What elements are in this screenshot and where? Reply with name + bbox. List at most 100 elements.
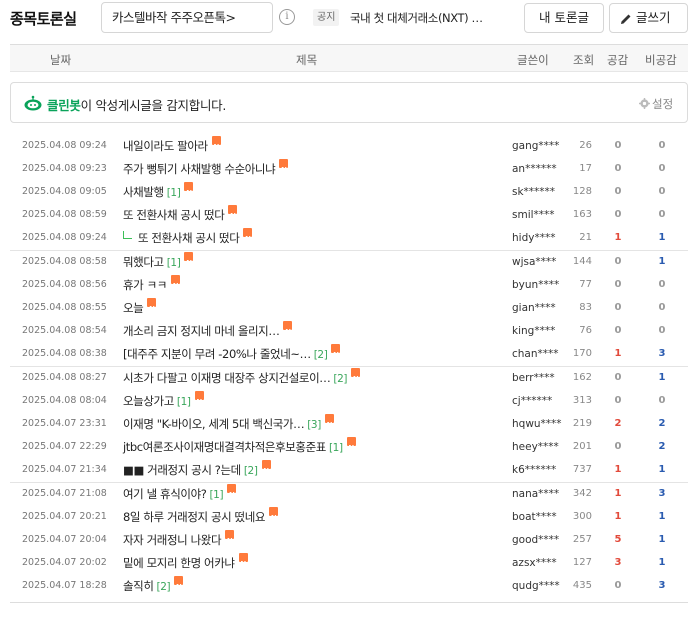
new-badge-icon: N	[225, 530, 235, 545]
stock-selector-button[interactable]: 카스텔바작 주주오픈톡>	[101, 2, 273, 33]
post-dislikes: 1	[658, 232, 666, 243]
comment-count[interactable]: [1]	[177, 396, 191, 408]
post-author: king****	[512, 325, 556, 337]
post-title-link[interactable]: 밑에 모지리 한명 어카냐 N	[123, 552, 248, 574]
new-badge-icon: N	[283, 321, 293, 336]
post-title: 8일 하루 거래정지 공시 떴네요	[123, 510, 266, 524]
table-row: 2025.04.08 08:58 뭐했다고 [1] Nwjsa**** 144 0 1	[10, 251, 688, 274]
post-date: 2025.04.07 21:08	[22, 488, 107, 499]
post-list: 2025.04.08 09:24 내일이라도 팔아라 Ngang**** 26 0 0 20…	[10, 135, 688, 598]
post-title-link[interactable]: 또 전환사채 공시 떴다 N	[123, 227, 253, 249]
post-title-link[interactable]: [대주주 지분이 무려 -20%나 줄었네~… [2] N	[123, 343, 341, 366]
post-likes: 1	[614, 511, 622, 522]
post-dislikes: 2	[658, 441, 666, 452]
post-views: 77	[579, 279, 592, 290]
post-dislikes: 0	[658, 279, 666, 290]
notice-link[interactable]: 국내 첫 대체거래소(NXT) …	[350, 10, 510, 26]
post-dislikes: 3	[658, 348, 666, 359]
reply-arrow-icon	[123, 231, 132, 239]
comment-count[interactable]: [2]	[314, 349, 328, 361]
comment-count[interactable]: [2]	[333, 373, 347, 385]
comment-count[interactable]: [3]	[307, 419, 321, 431]
post-title-link[interactable]: 주가 뻥튀기 사채발행 수순아니냐 N	[123, 158, 289, 180]
post-author: nana****	[512, 488, 560, 500]
table-row: 2025.04.08 09:23 주가 뻥튀기 사채발행 수순아니냐 Nan****…	[10, 158, 688, 181]
comment-count[interactable]: [2]	[157, 581, 171, 593]
my-posts-button[interactable]: 내 토론글	[524, 3, 604, 33]
post-likes: 1	[614, 464, 622, 475]
comment-count[interactable]: [1]	[209, 489, 223, 501]
comment-count[interactable]: [2]	[244, 465, 258, 477]
post-title-link[interactable]: ■■ 거래정지 공시 ?는데 [2] N	[123, 459, 271, 482]
post-title: 시초가 다팔고 이재명 대장주 상지건설로이…	[123, 371, 331, 385]
post-title-link[interactable]: 시초가 다팔고 이재명 대장주 상지건설로이… [2] N	[123, 367, 361, 390]
post-date: 2025.04.07 20:02	[22, 557, 107, 568]
col-date: 날짜	[50, 53, 72, 67]
post-dislikes: 0	[658, 209, 666, 220]
table-row: 2025.04.07 22:29 jtbc여론조사이재명대결격차적은후보홍준표 [1…	[10, 436, 688, 459]
post-title-link[interactable]: 내일이라도 팔아라 N	[123, 135, 221, 157]
post-title-link[interactable]: 또 전환사채 공시 떴다 N	[123, 204, 238, 226]
col-title: 제목	[296, 53, 318, 67]
post-author: byun****	[512, 279, 560, 291]
post-views: 76	[579, 325, 592, 336]
post-title-link[interactable]: 사채발행 [1] N	[123, 181, 194, 204]
post-views: 21	[579, 232, 592, 243]
post-title-link[interactable]: 이재명 "K-바이오, 세계 5대 백신국가… [3] N	[123, 413, 334, 436]
post-dislikes: 1	[658, 534, 666, 545]
comment-count[interactable]: [1]	[167, 187, 181, 199]
post-likes: 1	[614, 488, 622, 499]
post-date: 2025.04.08 08:59	[22, 209, 107, 220]
post-views: 201	[572, 441, 592, 452]
write-button[interactable]: 글쓰기	[609, 3, 688, 33]
comment-count[interactable]: [1]	[329, 442, 343, 454]
post-title-link[interactable]: jtbc여론조사이재명대결격차적은후보홍준표 [1] N	[123, 436, 356, 459]
post-likes: 0	[614, 372, 622, 383]
post-views: 163	[572, 209, 592, 220]
post-author: boat****	[512, 511, 557, 523]
post-title-link[interactable]: 오늘 N	[123, 297, 157, 319]
board-title: 종목토론실	[10, 10, 77, 28]
board-header: 종목토론실 카스텔바작 주주오픈톡> i 공지 국내 첫 대체거래소(NXT) …	[0, 0, 688, 38]
post-date: 2025.04.08 09:05	[22, 186, 107, 197]
post-likes: 0	[614, 209, 622, 220]
post-date: 2025.04.08 08:27	[22, 372, 107, 383]
post-views: 144	[572, 256, 592, 267]
post-title-link[interactable]: 8일 하루 거래정지 공시 떴네요 N	[123, 506, 279, 528]
post-title-link[interactable]: 자자 거래정니 나왔다 N	[123, 529, 235, 551]
new-badge-icon: N	[351, 368, 361, 383]
post-title: 밑에 모지리 한명 어카냐	[123, 556, 235, 570]
post-title: 내일이라도 팔아라	[123, 139, 208, 153]
cleanbot-settings-button[interactable]: 설정	[639, 96, 673, 112]
post-date: 2025.04.08 08:38	[22, 348, 107, 359]
post-dislikes: 0	[658, 395, 666, 406]
new-badge-icon: N	[346, 437, 356, 452]
col-dislikes: 비공감	[645, 53, 677, 67]
post-likes: 2	[614, 418, 622, 429]
post-title-link[interactable]: 뭐했다고 [1] N	[123, 251, 194, 274]
post-date: 2025.04.08 08:54	[22, 325, 107, 336]
post-likes: 1	[614, 348, 622, 359]
notice-badge: 공지	[313, 9, 340, 26]
post-date: 2025.04.07 20:21	[22, 511, 107, 522]
info-icon[interactable]: i	[279, 9, 295, 25]
post-dislikes: 0	[658, 302, 666, 313]
settings-label: 설정	[652, 97, 674, 111]
post-likes: 0	[614, 580, 622, 591]
new-badge-icon: N	[331, 344, 341, 359]
post-likes: 3	[614, 557, 622, 568]
post-likes: 0	[614, 441, 622, 452]
post-title-link[interactable]: 휴가 ㅋㅋ N	[123, 274, 180, 296]
post-title: 뭐했다고	[123, 255, 164, 269]
post-dislikes: 1	[658, 372, 666, 383]
new-badge-icon: N	[194, 391, 204, 406]
post-views: 170	[572, 348, 592, 359]
comment-count[interactable]: [1]	[167, 257, 181, 269]
post-title-link[interactable]: 여기 낼 휴식이야? [1] N	[123, 483, 237, 506]
post-date: 2025.04.07 23:31	[22, 418, 107, 429]
post-likes: 0	[614, 256, 622, 267]
post-title-link[interactable]: 개소리 금지 정지네 마네 올리지… N	[123, 320, 293, 342]
post-title-link[interactable]: 오늘상가고 [1] N	[123, 390, 204, 413]
post-title-link[interactable]: 솔직히 [2] N	[123, 575, 184, 598]
table-row: 2025.04.08 08:59 또 전환사채 공시 떴다 Nsmil**** 163…	[10, 204, 688, 227]
